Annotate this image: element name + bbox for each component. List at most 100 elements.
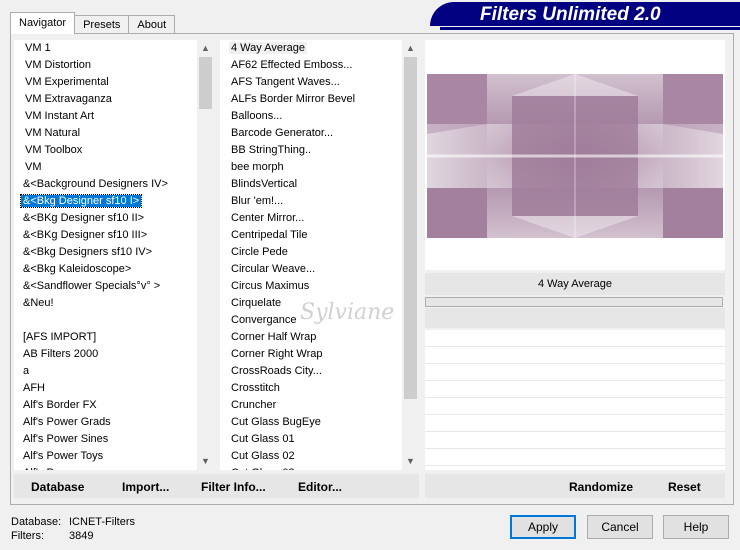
filter-item[interactable]: Cut Glass 01 xyxy=(220,431,402,448)
preview-graphic xyxy=(427,74,723,238)
parameter-row xyxy=(425,347,725,364)
filter-item[interactable]: Barcode Generator... xyxy=(220,125,402,142)
filter-item[interactable]: Cut Glass 02 xyxy=(220,448,402,465)
filter-item-label: Corner Half Wrap xyxy=(231,331,317,343)
database-button[interactable]: Database xyxy=(31,474,84,498)
filter-item[interactable]: Circus Maximus xyxy=(220,278,402,295)
scroll-thumb[interactable] xyxy=(199,57,212,109)
tab-about[interactable]: About xyxy=(128,15,176,34)
app-title-banner: Filters Unlimited 2.0 xyxy=(430,2,740,30)
scroll-down-icon[interactable]: ▼ xyxy=(197,453,214,470)
filter-item[interactable]: BlindsVertical xyxy=(220,176,402,193)
category-item[interactable]: VM Natural xyxy=(14,125,197,142)
apply-button[interactable]: Apply xyxy=(510,515,576,539)
category-item[interactable]: Alf's Power Sines xyxy=(14,431,197,448)
filter-item-label: Cruncher xyxy=(231,399,277,411)
editor-button[interactable]: Editor... xyxy=(298,474,342,498)
category-item[interactable]: &<Bkg Kaleidoscope> xyxy=(14,261,197,278)
filter-item[interactable]: Cirquelate xyxy=(220,295,402,312)
filter-item[interactable]: AF62 Effected Emboss... xyxy=(220,57,402,74)
scroll-up-icon[interactable]: ▲ xyxy=(197,40,214,57)
filter-item-label: Crosstitch xyxy=(231,382,280,394)
filter-item-label: Center Mirror... xyxy=(231,212,305,224)
category-item[interactable]: Alf's Power Grads xyxy=(14,414,197,431)
filter-item[interactable]: bee morph xyxy=(220,159,402,176)
filter-item[interactable]: Blur 'em!... xyxy=(220,193,402,210)
category-list-items: VM 1 VM Distortion VM Experimental VM Extra… xyxy=(14,40,197,470)
parameter-row xyxy=(425,449,725,466)
category-item[interactable]: &<BKg Designer sf10 III> xyxy=(14,227,197,244)
filter-item[interactable]: Cut Glass BugEye xyxy=(220,414,402,431)
category-item[interactable]: VM Distortion xyxy=(14,57,197,74)
category-item-label: VM Experimental xyxy=(25,76,109,88)
category-item-label: VM xyxy=(25,161,42,173)
category-item[interactable]: &<BKg Designer sf10 II> xyxy=(14,210,197,227)
category-item[interactable]: VM 1 xyxy=(14,40,197,57)
category-item[interactable]: Alf's Power... xyxy=(14,465,197,470)
filter-item[interactable]: Convergance xyxy=(220,312,402,329)
parameter-list xyxy=(425,330,725,470)
filter-item[interactable]: Balloons... xyxy=(220,108,402,125)
reset-button[interactable]: Reset xyxy=(668,474,701,498)
category-item[interactable]: &<Background Designers IV> xyxy=(14,176,197,193)
category-item[interactable]: VM Extravaganza xyxy=(14,91,197,108)
filter-item-label: AF62 Effected Emboss... xyxy=(231,59,353,71)
filter-list[interactable]: 4 Way Average AF62 Effected Emboss... AFS … xyxy=(220,40,419,470)
filter-item[interactable]: Cruncher xyxy=(220,397,402,414)
parameter-row xyxy=(425,432,725,449)
randomize-button[interactable]: Randomize xyxy=(569,474,633,498)
filter-item[interactable]: Centripedal Tile xyxy=(220,227,402,244)
tab-navigator[interactable]: Navigator xyxy=(10,12,76,34)
scroll-up-icon[interactable]: ▲ xyxy=(402,40,419,57)
filters-label: Filters: xyxy=(11,530,44,542)
filter-item[interactable]: AFS Tangent Waves... xyxy=(220,74,402,91)
scroll-down-icon[interactable]: ▼ xyxy=(402,453,419,470)
category-item-label: &Neu! xyxy=(23,297,54,309)
filter-item[interactable]: 4 Way Average xyxy=(220,40,402,57)
category-item[interactable]: Alf's Power Toys xyxy=(14,448,197,465)
filter-item-label: Blur 'em!... xyxy=(231,195,284,207)
filter-scrollbar[interactable]: ▲ ▼ xyxy=(402,40,419,470)
category-item[interactable]: Alf's Border FX xyxy=(14,397,197,414)
category-item[interactable]: &Neu! xyxy=(14,295,197,312)
category-item-label: &<Background Designers IV> xyxy=(23,178,168,190)
category-item[interactable]: AB Filters 2000 xyxy=(14,346,197,363)
category-item-label: &<Bkg Designers sf10 IV> xyxy=(23,246,153,258)
filter-item[interactable]: CrossRoads City... xyxy=(220,363,402,380)
filter-item[interactable]: Cut Glass 03 xyxy=(220,465,402,470)
import-button[interactable]: Import... xyxy=(122,474,169,498)
category-item[interactable]: a xyxy=(14,363,197,380)
help-button[interactable]: Help xyxy=(663,515,729,539)
filter-item-label: ALFs Border Mirror Bevel xyxy=(231,93,356,105)
category-item[interactable]: VM Toolbox xyxy=(14,142,197,159)
tab-strip: Navigator Presets About xyxy=(10,12,176,34)
category-item-label: Alf's Power Toys xyxy=(23,450,104,462)
parameter-slider[interactable] xyxy=(425,297,723,307)
category-list[interactable]: VM 1 VM Distortion VM Experimental VM Extra… xyxy=(14,40,214,470)
list-actions-bar: Database Import... Filter Info... Editor… xyxy=(14,474,419,498)
filter-item-label: Cut Glass BugEye xyxy=(231,416,321,428)
filter-item[interactable]: Crosstitch xyxy=(220,380,402,397)
category-item[interactable]: &<Bkg Designer sf10 I> xyxy=(14,193,197,210)
category-item-label xyxy=(21,314,25,326)
filter-item[interactable]: Corner Right Wrap xyxy=(220,346,402,363)
category-item[interactable]: AFH xyxy=(14,380,197,397)
category-item[interactable]: VM xyxy=(14,159,197,176)
filter-item[interactable]: Circular Weave... xyxy=(220,261,402,278)
category-item[interactable]: &<Bkg Designers sf10 IV> xyxy=(14,244,197,261)
tab-presets[interactable]: Presets xyxy=(74,15,130,34)
category-item[interactable]: VM Instant Art xyxy=(14,108,197,125)
filter-item[interactable]: Center Mirror... xyxy=(220,210,402,227)
filter-item[interactable]: Circle Pede xyxy=(220,244,402,261)
category-item[interactable] xyxy=(14,312,197,329)
cancel-button[interactable]: Cancel xyxy=(587,515,653,539)
category-scrollbar[interactable]: ▲ ▼ xyxy=(197,40,214,470)
category-item[interactable]: [AFS IMPORT] xyxy=(14,329,197,346)
filter-item[interactable]: BB StringThing.. xyxy=(220,142,402,159)
category-item[interactable]: &<Sandflower Specials°v° > xyxy=(14,278,197,295)
filter-item[interactable]: ALFs Border Mirror Bevel xyxy=(220,91,402,108)
filter-info-button[interactable]: Filter Info... xyxy=(201,474,266,498)
filter-item[interactable]: Corner Half Wrap xyxy=(220,329,402,346)
category-item[interactable]: VM Experimental xyxy=(14,74,197,91)
scroll-thumb[interactable] xyxy=(404,57,417,399)
